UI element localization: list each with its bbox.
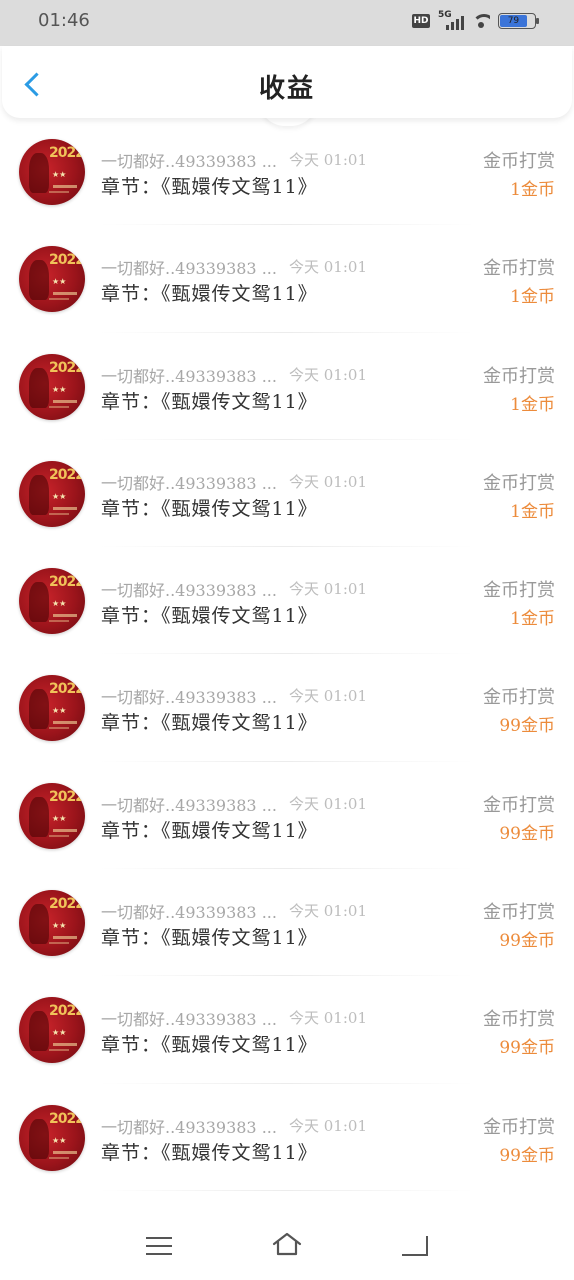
- transaction-type: 金币打赏: [483, 258, 555, 280]
- list-item[interactable]: 2022 ★★ 一切都好..49339383 ... 今天 01:01 金币打赏章节：《…: [0, 1084, 574, 1192]
- transaction-type: 金币打赏: [483, 1116, 555, 1138]
- status-time: 01:46: [38, 10, 90, 31]
- timestamp: 今天 01:01: [289, 687, 367, 706]
- list-item[interactable]: 2022 ★★ 一切都好..49339383 ... 今天 01:01 金币打赏章节：《…: [0, 440, 574, 548]
- timestamp: 今天 01:01: [289, 472, 367, 491]
- chapter-title: 章节：《甄嬛传文鸳11》: [101, 1141, 318, 1164]
- transaction-type: 金币打赏: [483, 902, 555, 924]
- user-name: 一切都好..49339383 ...: [101, 473, 277, 493]
- reward-amount: 99金币: [499, 931, 555, 952]
- reward-amount: 1金币: [510, 609, 555, 630]
- timestamp: 今天 01:01: [289, 1009, 367, 1028]
- reward-amount: 99金币: [499, 716, 555, 737]
- user-name: 一切都好..49339383 ...: [101, 366, 277, 386]
- transaction-type: 金币打赏: [483, 365, 555, 387]
- list-item[interactable]: 2022 ★★ 一切都好..49339383 ... 今天 01:01 金币打赏章节：《…: [0, 762, 574, 870]
- avatar: 2022 ★★: [19, 997, 85, 1064]
- timestamp: 今天 01:01: [289, 794, 367, 813]
- transaction-type: 金币打赏: [483, 472, 555, 494]
- wifi-icon: [472, 14, 490, 28]
- chapter-title: 章节：《甄嬛传文鸳11》: [101, 283, 318, 306]
- page-title: 收益: [258, 74, 315, 104]
- chapter-title: 章节：《甄嬛传文鸳11》: [101, 927, 318, 950]
- user-name: 一切都好..49339383 ...: [101, 259, 277, 279]
- avatar: 2022 ★★: [19, 460, 85, 527]
- reward-amount: 99金币: [499, 1145, 555, 1166]
- reward-amount: 99金币: [499, 1038, 555, 1059]
- hd-icon: HD: [412, 14, 430, 28]
- chapter-title: 章节：《甄嬛传文鸳11》: [101, 605, 318, 628]
- list-item[interactable]: 2022 ★★ 一切都好..49339383 ... 今天 01:01 金币打赏章节：《…: [0, 869, 574, 977]
- timestamp: 今天 01:01: [289, 151, 367, 169]
- avatar: 2022 ★★: [19, 1104, 85, 1171]
- transaction-type: 金币打赏: [483, 580, 555, 602]
- avatar: 2022 ★★: [19, 139, 85, 205]
- timestamp: 今天 01:01: [289, 365, 367, 384]
- user-name: 一切都好..49339383 ...: [101, 688, 277, 708]
- list-item[interactable]: 2022 ★★ 一切都好..49339383 ... 今天 01:01 金币打赏章节：《…: [0, 976, 574, 1084]
- menu-icon[interactable]: [146, 1237, 172, 1257]
- transaction-type: 金币打赏: [483, 687, 555, 709]
- avatar: 2022 ★★: [19, 675, 85, 742]
- timestamp: 今天 01:01: [289, 580, 367, 599]
- reward-amount: 1金币: [510, 501, 555, 522]
- battery-level: 79: [500, 15, 527, 27]
- reward-amount: 1金币: [510, 394, 555, 415]
- signal-icon: 5G: [438, 10, 464, 30]
- navigation-bar: [0, 1200, 574, 1280]
- avatar: 2022 ★★: [19, 568, 85, 635]
- timestamp: 今天 01:01: [289, 1116, 367, 1135]
- chapter-title: 章节：《甄嬛传文鸳11》: [101, 176, 318, 198]
- status-icons: HD 5G 79: [412, 10, 539, 30]
- user-name: 一切都好..49339383 ...: [101, 581, 277, 601]
- reward-amount: 1金币: [510, 180, 555, 200]
- user-name: 一切都好..49339383 ...: [101, 1010, 277, 1030]
- timestamp: 今天 01:01: [289, 902, 367, 921]
- transaction-type: 金币打赏: [483, 151, 555, 172]
- transaction-type: 金币打赏: [483, 1009, 555, 1031]
- chapter-title: 章节：《甄嬛传文鸳11》: [101, 712, 318, 735]
- chapter-title: 章节：《甄嬛传文鸳11》: [101, 497, 318, 520]
- battery-icon: 79: [498, 13, 539, 29]
- list-item[interactable]: 2022 ★★ 一切都好..49339383 ... 今天 01:01 金币打赏章节：《…: [0, 654, 574, 763]
- user-name: 一切都好..49339383 ...: [101, 903, 277, 923]
- chapter-title: 章节：《甄嬛传文鸳11》: [101, 390, 318, 413]
- list-item[interactable]: 2022 ★★ 一切都好..49339383 ... 今天 01:01 金币打赏章节：《…: [0, 547, 574, 655]
- status-bar: 01:46 HD 5G 79: [0, 0, 574, 46]
- list-item[interactable]: 2022 ★★ 一切都好..49339383 ... 今天 01:01 金币打赏章节：《…: [0, 118, 574, 226]
- chapter-title: 章节：《甄嬛传文鸳11》: [101, 819, 318, 842]
- avatar: 2022 ★★: [19, 782, 85, 849]
- transaction-type: 金币打赏: [483, 794, 555, 816]
- back-icon[interactable]: [402, 1236, 428, 1256]
- reward-amount: 99金币: [499, 823, 555, 844]
- earnings-list[interactable]: 2022 ★★ 一切都好..49339383 ... 今天 01:01 金币打赏 章节：《…: [0, 118, 574, 1200]
- timestamp: 今天 01:01: [289, 258, 367, 277]
- user-name: 一切都好..49339383 ...: [101, 152, 277, 171]
- list-item[interactable]: 2022 ★★ 一切都好..49339383 ... 今天 01:01 金币打赏章节：《…: [0, 333, 574, 441]
- list-item[interactable]: 2022 ★★ 一切都好..49339383 ... 今天 01:01 金币打赏章节：《…: [0, 225, 574, 333]
- avatar: 2022 ★★: [19, 353, 85, 420]
- chapter-title: 章节：《甄嬛传文鸳11》: [101, 1034, 318, 1057]
- reward-amount: 1金币: [510, 287, 555, 308]
- user-name: 一切都好..49339383 ...: [101, 1117, 277, 1137]
- user-name: 一切都好..49339383 ...: [101, 795, 277, 815]
- avatar: 2022 ★★: [19, 890, 85, 957]
- header: 收益: [2, 46, 572, 118]
- home-icon[interactable]: [271, 1231, 303, 1257]
- avatar: 2022 ★★: [19, 246, 85, 313]
